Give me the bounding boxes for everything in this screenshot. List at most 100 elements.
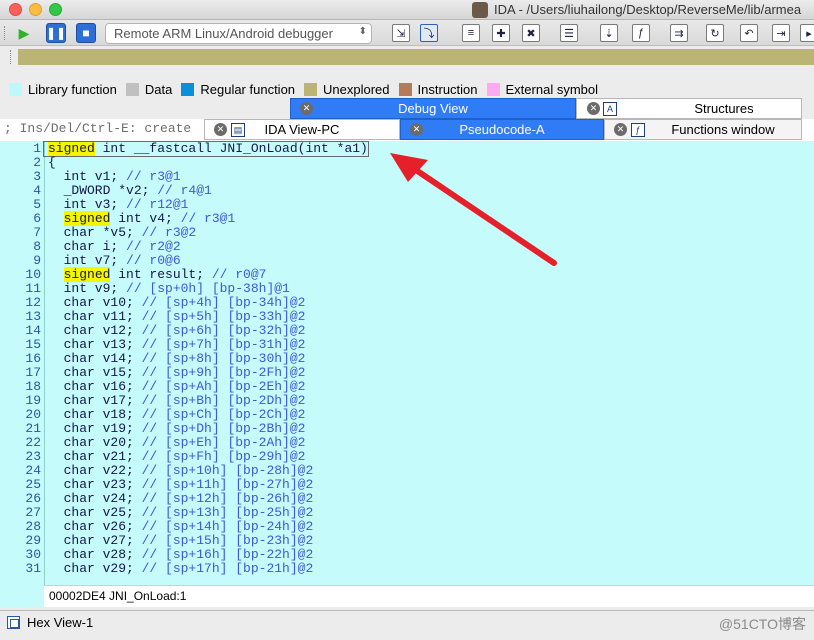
code-text[interactable]: char v20; // [sp+Eh] [bp-2Ah]@2	[44, 436, 306, 450]
step-over-icon[interactable]: ⇉	[670, 24, 688, 42]
toolbar-more-icon[interactable]: ▸	[800, 24, 814, 42]
code-text[interactable]: char v21; // [sp+Fh] [bp-29h]@2	[44, 450, 306, 464]
tab-structures[interactable]: ✕ A Structures	[576, 98, 802, 119]
code-line[interactable]: 28 char v26; // [sp+14h] [bp-24h]@2	[0, 520, 368, 534]
pseudocode-pane[interactable]: 1 signed int __fastcall JNI_OnLoad(int *a…	[0, 141, 814, 585]
code-text[interactable]: char i; // r2@2	[44, 240, 181, 254]
code-line[interactable]: 15 char v13; // [sp+7h] [bp-31h]@2	[0, 338, 368, 352]
code-line[interactable]: 31 char v29; // [sp+17h] [bp-21h]@2	[0, 562, 368, 576]
code-text[interactable]: signed int v4; // r3@1	[44, 211, 235, 226]
close-tab-icon[interactable]: ✕	[410, 123, 423, 136]
trace-icon[interactable]: ⇣	[600, 24, 618, 42]
toolbar-grip[interactable]	[4, 26, 7, 40]
add-breakpoint-icon[interactable]: ✚	[492, 24, 510, 42]
minimize-window-button[interactable]	[29, 3, 42, 16]
code-text[interactable]: char v28; // [sp+16h] [bp-22h]@2	[44, 548, 314, 562]
close-tab-icon[interactable]: ✕	[300, 102, 313, 115]
code-line[interactable]: 23 char v21; // [sp+Fh] [bp-29h]@2	[0, 450, 368, 464]
code-line[interactable]: 27 char v25; // [sp+13h] [bp-25h]@2	[0, 506, 368, 520]
code-line[interactable]: 11 int v9; // [sp+0h] [bp-38h]@1	[0, 282, 368, 296]
code-line[interactable]: 20 char v18; // [sp+Ch] [bp-2Ch]@2	[0, 408, 368, 422]
code-line[interactable]: 1 signed int __fastcall JNI_OnLoad(int *a…	[0, 141, 369, 157]
code-line[interactable]: 17 char v15; // [sp+9h] [bp-2Fh]@2	[0, 366, 368, 380]
code-line[interactable]: 25 char v23; // [sp+11h] [bp-27h]@2	[0, 478, 368, 492]
code-line[interactable]: 9 int v7; // r0@6	[0, 254, 368, 268]
code-text[interactable]: int v1; // r3@1	[44, 170, 181, 184]
function-trace-icon[interactable]: ƒ	[632, 24, 650, 42]
run-to-cursor-icon[interactable]: ↻	[706, 24, 724, 42]
tab-functions-window[interactable]: ✕ ƒ Functions window	[604, 119, 802, 140]
step-out-icon[interactable]: ↶	[740, 24, 758, 42]
navigation-band[interactable]	[18, 49, 814, 65]
code-line[interactable]: 8 char i; // r2@2	[0, 240, 368, 254]
pause-process-icon[interactable]: ❚❚	[46, 23, 66, 43]
breakpoint-list-icon[interactable]: ☰	[560, 24, 578, 42]
code-text[interactable]: signed int __fastcall JNI_OnLoad(int *a1…	[43, 141, 369, 157]
code-text[interactable]: char v17; // [sp+Bh] [bp-2Dh]@2	[44, 394, 306, 408]
code-line[interactable]: 24 char v22; // [sp+10h] [bp-28h]@2	[0, 464, 368, 478]
code-line[interactable]: 30 char v28; // [sp+16h] [bp-22h]@2	[0, 548, 368, 562]
close-window-button[interactable]	[9, 3, 22, 16]
code-line[interactable]: 5 int v3; // r12@1	[0, 198, 368, 212]
nav-grip[interactable]	[10, 50, 13, 64]
code-text[interactable]: char v19; // [sp+Dh] [bp-2Bh]@2	[44, 422, 306, 436]
list-view-icon[interactable]: ≡	[462, 24, 480, 42]
step-into-icon[interactable]: ⤵	[420, 24, 438, 42]
code-text[interactable]: {	[44, 156, 56, 170]
tab-ida-view-pc[interactable]: ✕ ▤ IDA View-PC	[204, 119, 400, 140]
code-text[interactable]: char v11; // [sp+5h] [bp-33h]@2	[44, 310, 306, 324]
debugger-select[interactable]: Remote ARM Linux/Android debugger ⬍	[105, 23, 372, 44]
code-line[interactable]: 12 char v10; // [sp+4h] [bp-34h]@2	[0, 296, 368, 310]
code-text[interactable]: char v18; // [sp+Ch] [bp-2Ch]@2	[44, 408, 306, 422]
tab-pseudocode-a[interactable]: ✕ Pseudocode-A	[400, 119, 604, 140]
code-line[interactable]: 3 int v1; // r3@1	[0, 170, 368, 184]
pseudocode-listing[interactable]: 1 signed int __fastcall JNI_OnLoad(int *a…	[0, 141, 369, 576]
tab-debug-view[interactable]: ✕ Debug View	[290, 98, 576, 119]
code-text[interactable]: char v13; // [sp+7h] [bp-31h]@2	[44, 338, 306, 352]
code-text[interactable]: char v23; // [sp+11h] [bp-27h]@2	[44, 478, 314, 492]
code-text[interactable]: _DWORD *v2; // r4@1	[44, 184, 212, 198]
code-text[interactable]: char *v5; // r3@2	[44, 226, 197, 240]
code-text[interactable]: char v29; // [sp+17h] [bp-21h]@2	[44, 562, 314, 576]
code-line[interactable]: 26 char v24; // [sp+12h] [bp-26h]@2	[0, 492, 368, 506]
code-line[interactable]: 18 char v16; // [sp+Ah] [bp-2Eh]@2	[0, 380, 368, 394]
code-line[interactable]: 19 char v17; // [sp+Bh] [bp-2Dh]@2	[0, 394, 368, 408]
code-text[interactable]: char v10; // [sp+4h] [bp-34h]@2	[44, 296, 306, 310]
code-line[interactable]: 4 _DWORD *v2; // r4@1	[0, 184, 368, 198]
code-text[interactable]: char v22; // [sp+10h] [bp-28h]@2	[44, 464, 314, 478]
code-text[interactable]: char v12; // [sp+6h] [bp-32h]@2	[44, 324, 306, 338]
tab-label: Debug View	[398, 101, 468, 116]
code-line[interactable]: 7 char *v5; // r3@2	[0, 226, 368, 240]
code-line[interactable]: 13 char v11; // [sp+5h] [bp-33h]@2	[0, 310, 368, 324]
code-text[interactable]: char v27; // [sp+15h] [bp-23h]@2	[44, 534, 314, 548]
maximize-window-button[interactable]	[49, 3, 62, 16]
navigation-band-toolbar	[0, 46, 814, 70]
terminate-process-icon[interactable]: ■	[76, 23, 96, 43]
code-text[interactable]: char v16; // [sp+Ah] [bp-2Eh]@2	[44, 380, 306, 394]
code-line[interactable]: 14 char v12; // [sp+6h] [bp-32h]@2	[0, 324, 368, 338]
delete-breakpoint-icon[interactable]: ✖	[522, 24, 540, 42]
tab-hex-view[interactable]: Hex View-1	[27, 615, 93, 630]
code-text[interactable]: signed int result; // r0@7	[44, 267, 266, 282]
code-line[interactable]: 2{	[0, 156, 368, 170]
code-line[interactable]: 22 char v20; // [sp+Eh] [bp-2Ah]@2	[0, 436, 368, 450]
code-text[interactable]: char v24; // [sp+12h] [bp-26h]@2	[44, 492, 314, 506]
code-text[interactable]: char v26; // [sp+14h] [bp-24h]@2	[44, 520, 314, 534]
code-line[interactable]: 21 char v19; // [sp+Dh] [bp-2Bh]@2	[0, 422, 368, 436]
code-line[interactable]: 29 char v27; // [sp+15h] [bp-23h]@2	[0, 534, 368, 548]
close-tab-icon[interactable]: ✕	[214, 123, 227, 136]
code-text[interactable]: int v3; // r12@1	[44, 198, 189, 212]
run-until-return-icon[interactable]: ⇥	[772, 24, 790, 42]
code-text[interactable]: char v15; // [sp+9h] [bp-2Fh]@2	[44, 366, 306, 380]
start-process-icon[interactable]: ▶	[14, 23, 34, 43]
code-text[interactable]: int v9; // [sp+0h] [bp-38h]@1	[44, 282, 290, 296]
close-tab-icon[interactable]: ✕	[587, 102, 600, 115]
code-line[interactable]: 16 char v14; // [sp+8h] [bp-30h]@2	[0, 352, 368, 366]
code-text[interactable]: int v7; // r0@6	[44, 254, 181, 268]
attach-process-icon[interactable]: ⇲	[392, 24, 410, 42]
code-text[interactable]: char v14; // [sp+8h] [bp-30h]@2	[44, 352, 306, 366]
close-tab-icon[interactable]: ✕	[614, 123, 627, 136]
code-line[interactable]: 6 signed int v4; // r3@1	[0, 211, 368, 226]
code-line[interactable]: 10 signed int result; // r0@7	[0, 267, 368, 282]
code-text[interactable]: char v25; // [sp+13h] [bp-25h]@2	[44, 506, 314, 520]
